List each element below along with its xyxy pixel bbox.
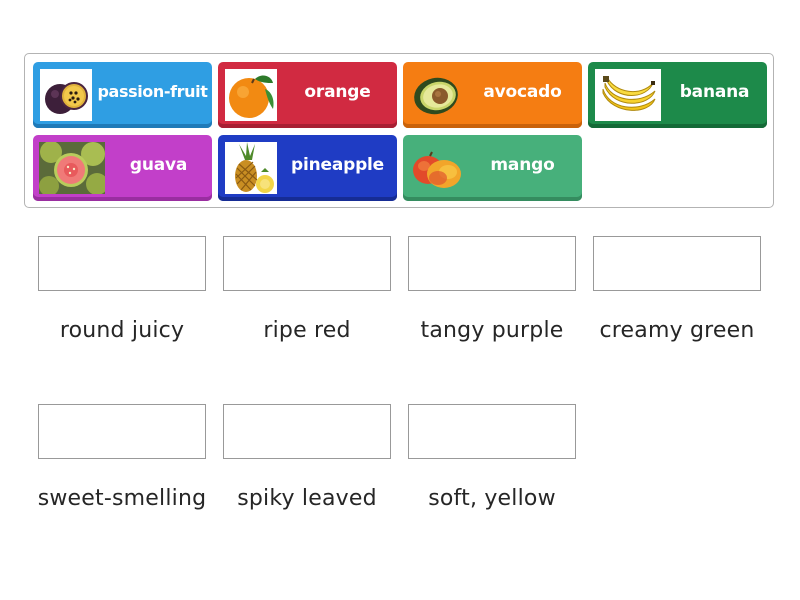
- mango-icon: [410, 142, 462, 194]
- tile-orange[interactable]: orange: [218, 62, 397, 128]
- pineapple-icon: [225, 142, 277, 194]
- drop-target[interactable]: [223, 404, 391, 459]
- target-caption: sweet-smelling: [37, 486, 207, 511]
- drop-target[interactable]: [408, 404, 576, 459]
- tile-passion-fruit[interactable]: passion-fruit: [33, 62, 212, 128]
- tile-label: mango: [490, 155, 555, 175]
- banana-icon: [595, 69, 661, 121]
- tile-label: avocado: [483, 82, 562, 102]
- drop-target[interactable]: [223, 236, 391, 291]
- target-caption: spiky leaved: [237, 486, 377, 511]
- tile-mango[interactable]: mango: [403, 135, 582, 201]
- tile-banana[interactable]: banana: [588, 62, 767, 128]
- tile-guava[interactable]: guava: [33, 135, 212, 201]
- target-caption: soft, yellow: [428, 486, 556, 511]
- target-caption: tangy purple: [420, 318, 564, 343]
- tile-label: pineapple: [291, 155, 384, 175]
- target-caption: creamy green: [599, 318, 755, 343]
- drop-target[interactable]: [38, 404, 206, 459]
- avocado-icon: [410, 69, 462, 121]
- tile-label: banana: [679, 82, 750, 102]
- drop-target[interactable]: [408, 236, 576, 291]
- target-caption: ripe red: [263, 318, 351, 343]
- target-caption: round juicy: [59, 318, 185, 343]
- tile-avocado[interactable]: avocado: [403, 62, 582, 128]
- drop-target[interactable]: [593, 236, 761, 291]
- tile-label: guava: [129, 155, 188, 175]
- tile-label: orange: [304, 82, 371, 102]
- drop-target[interactable]: [38, 236, 206, 291]
- orange-icon: [225, 69, 277, 121]
- passion-fruit-icon: [40, 69, 92, 121]
- tile-pineapple[interactable]: pineapple: [218, 135, 397, 201]
- tile-label: passion-fruit: [97, 82, 208, 101]
- guava-icon: [39, 142, 105, 194]
